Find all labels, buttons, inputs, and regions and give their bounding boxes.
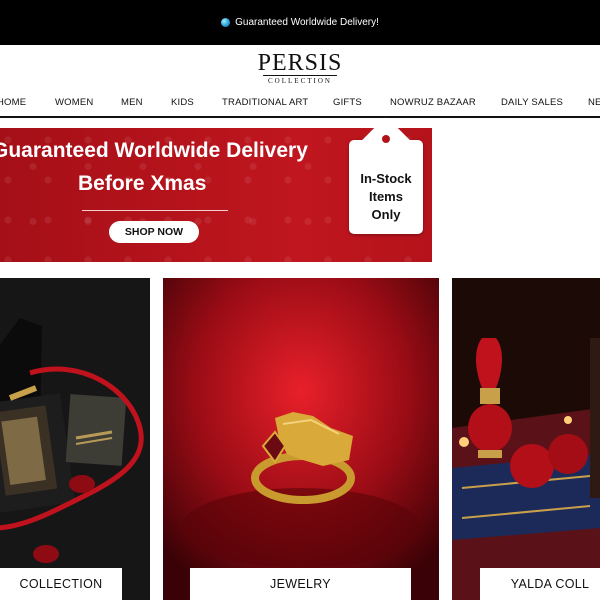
nav-item-gifts[interactable]: GIFTS [333, 97, 362, 108]
nav-item-traditional-art[interactable]: TRADITIONAL ART [222, 97, 308, 108]
tag-line-2: Items [369, 189, 403, 204]
hero-divider [82, 210, 228, 211]
in-stock-tag: In-Stock Items Only [349, 116, 423, 234]
globe-icon [221, 18, 231, 27]
hero-headline: Guaranteed Worldwide Delivery [0, 139, 308, 162]
nav-item-new[interactable]: NE [588, 97, 600, 108]
tag-text: In-Stock Items Only [349, 170, 423, 224]
hero-banner[interactable]: Guaranteed Worldwide Delivery Before Xma… [0, 128, 600, 262]
hero-right-panel [432, 128, 600, 262]
jewelry-product-image [163, 278, 439, 600]
category-card-collection[interactable]: COLLECTION [0, 278, 150, 600]
tag-line-3: Only [371, 207, 401, 222]
nav-item-nowruz-bazaar[interactable]: NOWRUZ BAZAAR [390, 97, 476, 108]
santa-illustration [440, 256, 575, 262]
main-nav: HOME WOMEN MEN KIDS TRADITIONAL ART GIFT… [0, 91, 600, 118]
category-label-collection: COLLECTION [0, 568, 122, 600]
category-label-jewelry: JEWELRY [190, 568, 411, 600]
logo-subtitle: COLLECTION [268, 77, 332, 85]
announcement-text: Guaranteed Worldwide Delivery! [235, 17, 379, 28]
nav-item-men[interactable]: MEN [121, 97, 143, 108]
hero-subheadline: Before Xmas [78, 172, 207, 195]
tag-line-1: In-Stock [360, 171, 412, 186]
nav-item-women[interactable]: WOMEN [55, 97, 93, 108]
category-card-yalda[interactable]: YALDA COLL [452, 278, 600, 600]
nav-item-daily-sales[interactable]: DAILY SALES [501, 97, 563, 108]
site-logo[interactable]: PERSIS COLLECTION [0, 50, 600, 85]
category-card-jewelry[interactable]: JEWELRY [163, 278, 439, 600]
yalda-product-image [452, 278, 600, 600]
nav-item-home[interactable]: HOME [0, 97, 26, 108]
category-label-yalda: YALDA COLL [480, 568, 600, 600]
announcement-bar: Guaranteed Worldwide Delivery! [0, 0, 600, 45]
nav-item-kids[interactable]: KIDS [171, 97, 194, 108]
shop-now-button[interactable]: SHOP NOW [109, 221, 199, 243]
collection-product-image [0, 278, 150, 600]
logo-name: PERSIS [257, 50, 343, 76]
tag-hole-icon [382, 135, 390, 143]
